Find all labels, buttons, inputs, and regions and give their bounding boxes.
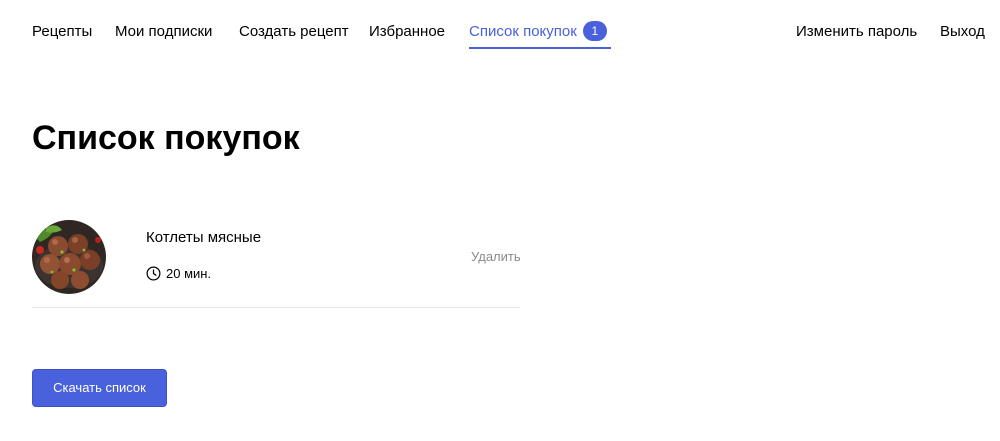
active-tab-underline bbox=[469, 47, 611, 49]
page-title: Список покупок bbox=[32, 119, 300, 157]
shopping-list-count-badge: 1 bbox=[582, 21, 607, 42]
recipe-title[interactable]: Котлеты мясные bbox=[146, 228, 261, 248]
meatballs-photo bbox=[32, 220, 106, 294]
shopping-list-item: Котлеты мясные 20 мин. Удалить bbox=[32, 218, 521, 308]
download-list-button[interactable]: Скачать список bbox=[32, 369, 167, 407]
recipe-image bbox=[32, 220, 106, 294]
nav-shopping-list-link[interactable]: Список покупок 1 bbox=[469, 21, 607, 42]
nav-favorites-link[interactable]: Избранное bbox=[369, 22, 445, 42]
nav-recipes-link[interactable]: Рецепты bbox=[32, 22, 92, 42]
nav-create-recipe-link[interactable]: Создать рецепт bbox=[239, 22, 349, 42]
cooking-time-value: 20 мин. bbox=[166, 265, 212, 281]
recipe-cooking-time: 20 мин. bbox=[146, 264, 211, 282]
clock-icon bbox=[146, 266, 161, 280]
nav-subscriptions-link[interactable]: Мои подписки bbox=[115, 22, 212, 42]
nav-logout-link[interactable]: Выход bbox=[940, 22, 985, 42]
nav-shopping-list-label: Список покупок bbox=[469, 23, 577, 40]
nav-change-password-link[interactable]: Изменить пароль bbox=[796, 22, 917, 42]
top-navigation: Рецепты Мои подписки Создать рецепт Избр… bbox=[0, 0, 1000, 64]
delete-item-link[interactable]: Удалить bbox=[471, 249, 521, 265]
